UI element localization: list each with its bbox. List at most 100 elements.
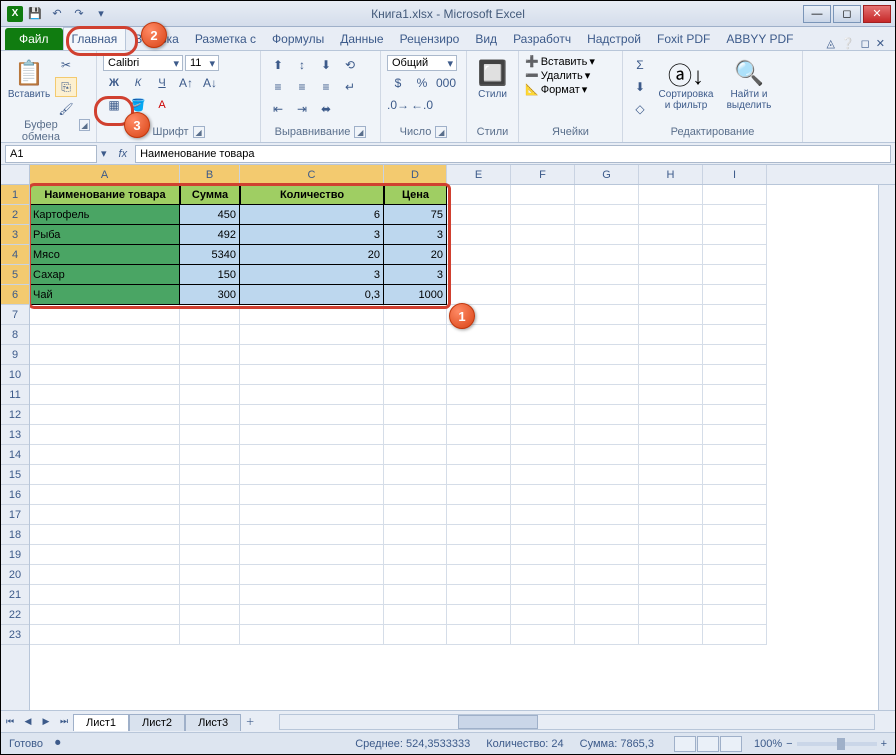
increase-decimal-button[interactable]: .0→ (387, 95, 409, 115)
col-header-C[interactable]: C (240, 165, 384, 184)
sheet-tab[interactable]: Лист2 (129, 714, 185, 731)
cell[interactable] (703, 525, 767, 545)
row-header-11[interactable]: 11 (1, 385, 29, 405)
cell[interactable] (575, 365, 639, 385)
cell[interactable] (30, 385, 180, 405)
tab-file[interactable]: Файл (5, 28, 63, 50)
tab-layout[interactable]: Разметка с (187, 28, 264, 50)
cell[interactable]: Количество (240, 185, 384, 205)
cell[interactable] (240, 385, 384, 405)
cell[interactable] (575, 445, 639, 465)
row-header-15[interactable]: 15 (1, 465, 29, 485)
font-launcher[interactable]: ◢ (193, 126, 205, 138)
cell[interactable] (240, 365, 384, 385)
fill-button[interactable]: ⬇ (629, 77, 651, 97)
cell[interactable] (703, 405, 767, 425)
cell[interactable] (703, 285, 767, 305)
cell[interactable]: 300 (180, 285, 240, 305)
copy-button[interactable]: ⎘ (55, 77, 77, 97)
cell[interactable] (575, 525, 639, 545)
tab-dev[interactable]: Разработч (505, 28, 579, 50)
close-button[interactable]: ✕ (863, 5, 891, 23)
cell[interactable] (180, 485, 240, 505)
cell[interactable] (575, 185, 639, 205)
sheet-nav-prev[interactable]: ◀ (19, 713, 37, 731)
cell[interactable] (511, 465, 575, 485)
orientation-button[interactable]: ⟲ (339, 55, 361, 75)
cell[interactable] (180, 305, 240, 325)
cell[interactable] (447, 365, 511, 385)
delete-cells-button[interactable]: ➖ Удалить ▾ (525, 69, 590, 82)
row-header-8[interactable]: 8 (1, 325, 29, 345)
cell[interactable] (384, 545, 447, 565)
cell[interactable] (240, 405, 384, 425)
sheet-nav-last[interactable]: ⏭ (55, 713, 73, 731)
align-top-button[interactable]: ⬆ (267, 55, 289, 75)
cell[interactable] (511, 325, 575, 345)
cell[interactable] (180, 405, 240, 425)
row-header-9[interactable]: 9 (1, 345, 29, 365)
cell[interactable] (447, 625, 511, 645)
decrease-decimal-button[interactable]: ←.0 (411, 95, 433, 115)
row-header-21[interactable]: 21 (1, 585, 29, 605)
cell[interactable] (240, 585, 384, 605)
cell[interactable] (180, 525, 240, 545)
cell[interactable] (703, 245, 767, 265)
cell[interactable] (639, 245, 703, 265)
worksheet-grid[interactable]: 1234567891011121314151617181920212223 AB… (1, 165, 895, 710)
cell[interactable] (639, 565, 703, 585)
cell[interactable] (180, 625, 240, 645)
cell[interactable] (30, 465, 180, 485)
cell[interactable]: 450 (180, 205, 240, 225)
col-header-F[interactable]: F (511, 165, 575, 184)
cell[interactable] (447, 265, 511, 285)
cell[interactable]: Цена (384, 185, 447, 205)
cell[interactable]: Чай (30, 285, 180, 305)
wrap-text-button[interactable]: ↵ (339, 77, 361, 97)
cell[interactable] (575, 625, 639, 645)
tab-review[interactable]: Рецензиро (392, 28, 468, 50)
cell[interactable] (180, 365, 240, 385)
zoom-slider[interactable] (797, 742, 877, 746)
restore-window-icon[interactable]: ◻ (861, 37, 870, 50)
currency-button[interactable]: $ (387, 73, 409, 93)
cell[interactable] (703, 365, 767, 385)
cell[interactable] (384, 305, 447, 325)
cell[interactable] (447, 185, 511, 205)
cell[interactable] (384, 365, 447, 385)
cell[interactable] (180, 325, 240, 345)
cut-button[interactable]: ✂ (55, 55, 77, 75)
align-launcher[interactable]: ◢ (354, 126, 366, 138)
close-workbook-icon[interactable]: ✕ (876, 37, 885, 50)
cell[interactable] (30, 445, 180, 465)
cell[interactable] (511, 245, 575, 265)
cell[interactable] (575, 605, 639, 625)
font-color-button[interactable]: A (151, 95, 173, 115)
number-format-select[interactable]: Общий (387, 55, 457, 71)
cell[interactable]: 0,3 (240, 285, 384, 305)
italic-button[interactable]: К (127, 73, 149, 93)
cell[interactable] (384, 625, 447, 645)
macro-record-icon[interactable]: ⏺ (55, 737, 61, 750)
cell[interactable] (703, 585, 767, 605)
cell[interactable] (384, 425, 447, 445)
view-normal-button[interactable] (674, 736, 696, 752)
cell[interactable] (180, 565, 240, 585)
tab-view[interactable]: Вид (467, 28, 505, 50)
cell[interactable] (511, 505, 575, 525)
cell[interactable] (30, 545, 180, 565)
cell[interactable] (575, 225, 639, 245)
cell[interactable] (639, 465, 703, 485)
cell[interactable] (575, 385, 639, 405)
tab-abbyy[interactable]: ABBYY PDF (718, 28, 801, 50)
cell[interactable] (180, 465, 240, 485)
col-header-H[interactable]: H (639, 165, 703, 184)
row-header-5[interactable]: 5 (1, 265, 29, 285)
cell[interactable] (30, 325, 180, 345)
cell[interactable] (180, 605, 240, 625)
cell[interactable] (639, 625, 703, 645)
tab-formulas[interactable]: Формулы (264, 28, 332, 50)
cell[interactable]: 3 (240, 265, 384, 285)
cell[interactable] (703, 185, 767, 205)
cell[interactable] (447, 565, 511, 585)
